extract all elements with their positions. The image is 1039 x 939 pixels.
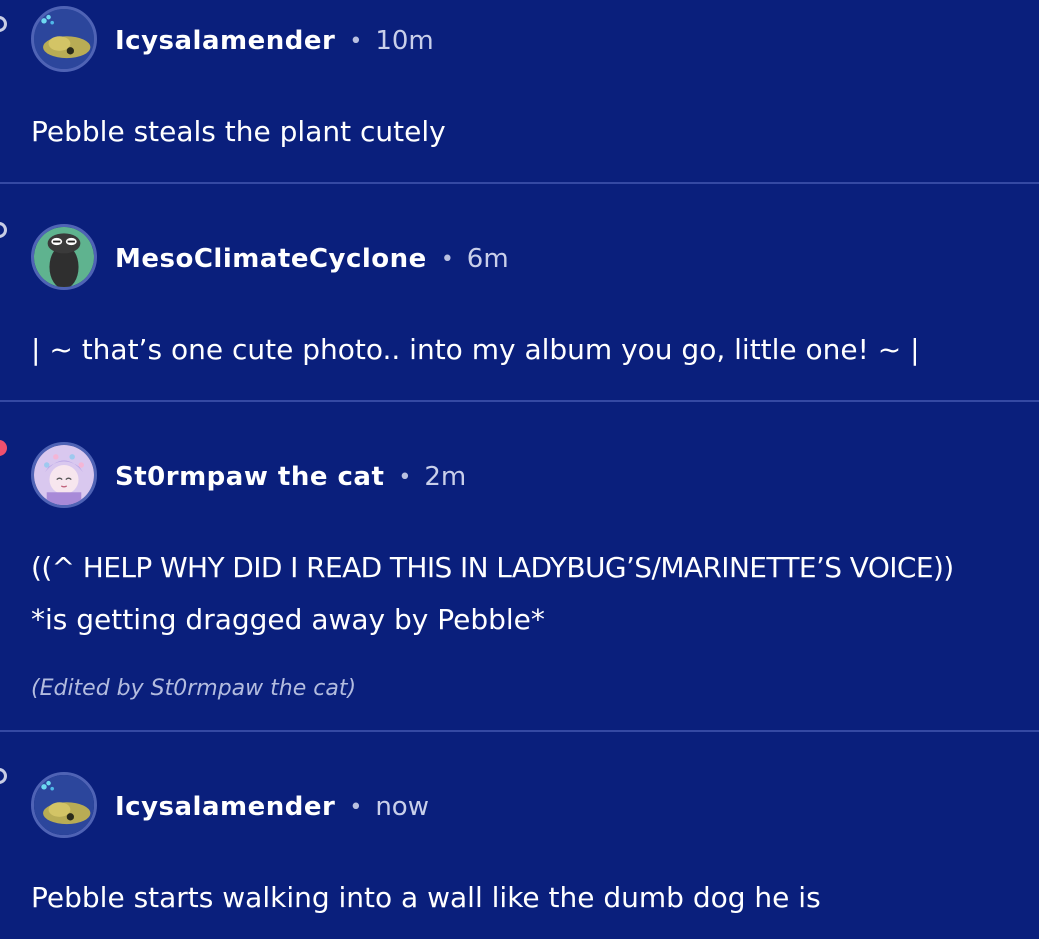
comment-header: MesoClimateCyclone • 6m: [115, 244, 509, 274]
user-avatar[interactable]: [31, 224, 97, 290]
comment-header: Icysalamender • now: [115, 792, 429, 822]
axolotl-plush-icon: [34, 9, 94, 69]
username[interactable]: MesoClimateCyclone: [115, 244, 427, 274]
user-avatar[interactable]: [31, 772, 97, 838]
comment-feed: Icysalamender • 10m Pebble steals the pl…: [0, 0, 1039, 939]
comment-divider: [0, 730, 1039, 732]
meta-separator: •: [349, 794, 363, 820]
comment-divider: [0, 182, 1039, 184]
edited-note: (Edited by St0rmpaw the cat): [31, 676, 357, 701]
comment-header: St0rmpaw the cat • 2m: [115, 462, 466, 492]
comment-body-line: *is getting dragged away by Pebble*: [31, 603, 545, 636]
username[interactable]: Icysalamender: [115, 26, 335, 56]
thread-dot-icon: [0, 222, 7, 238]
meta-separator: •: [440, 246, 454, 272]
comment-body: Pebble steals the plant cutely: [31, 115, 446, 148]
username[interactable]: St0rmpaw the cat: [115, 462, 384, 492]
comment-header: Icysalamender • 10m: [115, 26, 434, 56]
comment-body: Pebble starts walking into a wall like t…: [31, 881, 821, 914]
thread-dot-icon: [0, 768, 7, 784]
dark-creature-icon: [34, 227, 94, 287]
thread-dot-icon: [0, 16, 7, 32]
user-avatar[interactable]: [31, 442, 97, 508]
timestamp: 10m: [375, 26, 434, 56]
meta-separator: •: [398, 464, 412, 490]
anime-character-icon: [34, 445, 94, 505]
axolotl-plush-icon: [34, 775, 94, 835]
timestamp: 6m: [466, 244, 509, 274]
comment-body-line: ((^ HELP WHY DID I READ THIS IN LADYBUG’…: [31, 551, 954, 584]
unread-dot-icon: [0, 440, 7, 456]
comment-body: | ~ that’s one cute photo.. into my albu…: [31, 333, 920, 366]
user-avatar[interactable]: [31, 6, 97, 72]
comment-divider: [0, 400, 1039, 402]
timestamp: 2m: [424, 462, 467, 492]
username[interactable]: Icysalamender: [115, 792, 335, 822]
meta-separator: •: [349, 28, 363, 54]
timestamp: now: [375, 792, 429, 822]
